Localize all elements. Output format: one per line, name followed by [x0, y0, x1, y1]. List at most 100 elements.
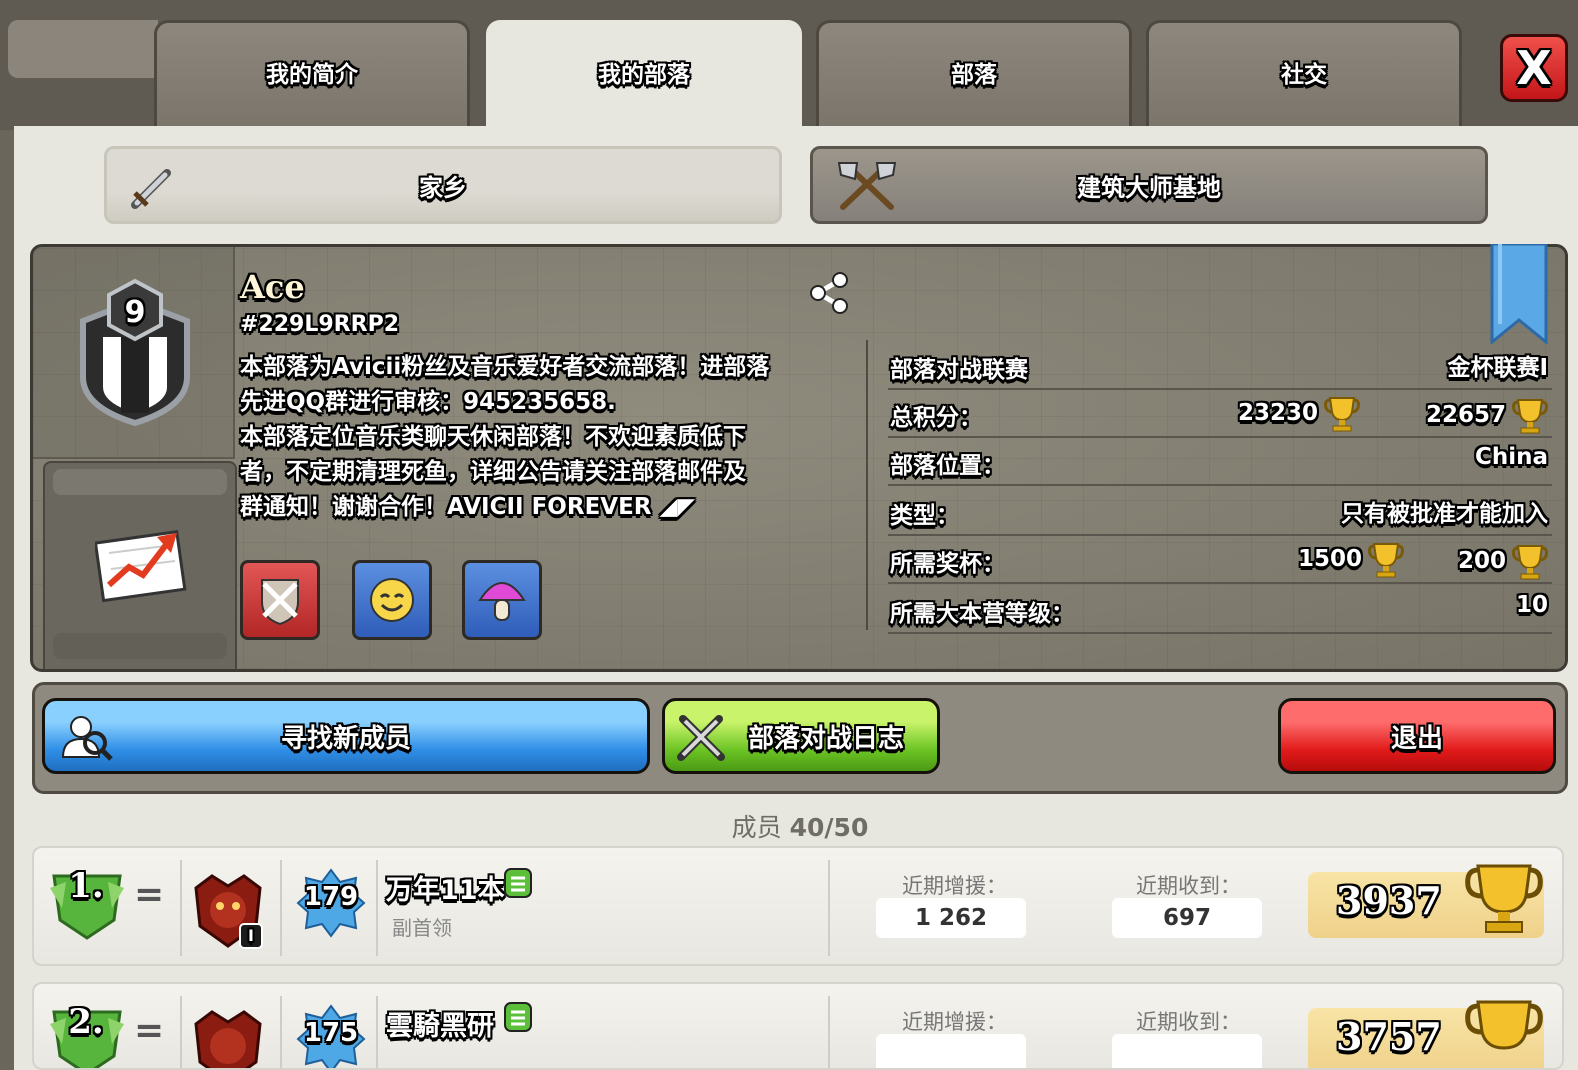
war-perk-icon[interactable]	[240, 560, 320, 640]
member-name: 雲騎黑研	[386, 1011, 494, 1042]
tab-label: 部落	[951, 61, 997, 88]
league-level: I	[248, 926, 254, 945]
builder-base-label: 建筑大师基地	[1077, 173, 1221, 202]
required-trophies-builder: 200	[1458, 542, 1548, 580]
tab-label: 我的部落	[598, 61, 690, 88]
row-divider	[280, 996, 282, 1068]
clan-type-label: 类型：	[890, 503, 959, 529]
find-new-members-label: 寻找新成员	[280, 723, 411, 754]
side-pill-top	[53, 469, 227, 495]
required-trophies-label: 所需奖杯：	[890, 551, 1005, 577]
required-townhall-label: 所需大本营等级：	[890, 601, 1074, 627]
member-name: 万年11本	[386, 875, 505, 906]
war-league-row: 部落对战联赛 金杯联赛I	[888, 342, 1552, 390]
trophy-icon	[1324, 397, 1361, 432]
clan-description-line: 者，不定期清理死鱼，详细公告请关注部落邮件及	[240, 459, 746, 485]
trophy-icon	[1465, 864, 1543, 933]
rank-unchanged-icon: =	[134, 1010, 165, 1051]
war-log-button[interactable]: 部落对战日志	[662, 698, 940, 774]
builder-base-button[interactable]: 建筑大师基地	[810, 146, 1488, 224]
clan-description-line: 先进QQ群进行审核：945235658.	[240, 389, 616, 415]
smile-icon	[370, 578, 414, 622]
members-count: 成员 40/50	[0, 808, 1578, 844]
required-townhall-row: 所需大本营等级： 10	[888, 586, 1552, 634]
mushroom-icon	[478, 582, 526, 621]
member-role: 副首领	[392, 916, 452, 940]
row-divider	[180, 860, 182, 956]
clan-description: 本部落为Avicii粉丝及音乐爱好者交流部落！进部落 先进QQ群进行审核：945…	[240, 350, 850, 525]
close-icon: X	[1516, 41, 1552, 95]
row-divider	[180, 996, 182, 1068]
location-row: 部落位置： China	[888, 438, 1552, 486]
donated-value	[876, 1034, 1026, 1068]
donated-label: 近期增援：	[902, 1010, 1007, 1034]
required-townhall-value: 10	[1515, 592, 1548, 618]
clan-description-line: 本部落为Avicii粉丝及音乐爱好者交流部落！进部落	[240, 354, 770, 380]
clan-name: Ace	[240, 268, 305, 306]
received-value	[1112, 1034, 1262, 1068]
row-divider	[280, 860, 282, 956]
clan-badge-box: 9	[33, 247, 235, 459]
leave-clan-button[interactable]: 退出	[1278, 698, 1556, 774]
leave-clan-label: 退出	[1390, 723, 1443, 754]
home-village-label: 家乡	[419, 173, 467, 202]
trophy-icon	[1512, 399, 1548, 434]
total-points-home-value: 23230	[1238, 400, 1319, 426]
received-label: 近期收到：	[1136, 874, 1241, 898]
trophy-icon	[1465, 1000, 1543, 1050]
members-label: 成员	[731, 813, 782, 842]
donated-label: 近期增援：	[902, 874, 1007, 898]
tab-clans[interactable]: 部落	[816, 20, 1132, 130]
tab-label: 社交	[1281, 61, 1327, 88]
received-value: 697	[1112, 898, 1262, 938]
members-count-value: 40/50	[789, 813, 869, 842]
crossed-swords-icon	[261, 579, 299, 626]
trophy-icon	[1512, 545, 1548, 580]
member-row[interactable]: 1. = I 179 万年11本 副首领 近期增援： 1 262 近期收到： 6…	[32, 846, 1564, 966]
location-value: China	[1474, 444, 1548, 470]
list-icon[interactable]	[504, 868, 532, 898]
row-divider	[376, 860, 378, 956]
close-button[interactable]: X	[1500, 34, 1568, 102]
search-user-icon	[61, 716, 113, 761]
card-divider	[866, 340, 868, 630]
smile-perk-icon[interactable]	[352, 560, 432, 640]
member-level: 175	[303, 1018, 359, 1048]
war-league-value: 金杯联赛I	[1447, 355, 1548, 381]
tab-my-profile[interactable]: 我的简介	[154, 20, 470, 130]
clan-tag: #229L9RRP2	[240, 312, 399, 337]
member-rank: 1.	[68, 866, 104, 906]
war-log-label: 部落对战日志	[747, 723, 904, 754]
mushroom-perk-icon[interactable]	[462, 560, 542, 640]
tab-my-clan[interactable]: 我的部落	[486, 20, 802, 130]
required-trophies-builder-value: 200	[1457, 548, 1506, 574]
row-divider	[828, 996, 830, 1068]
member-rank: 2.	[68, 1002, 104, 1042]
bookmark-ribbon-icon[interactable]	[1490, 244, 1548, 344]
clan-level: 9	[124, 295, 146, 330]
tab-social[interactable]: 社交	[1146, 20, 1462, 130]
sword-icon	[131, 169, 171, 209]
tab-label: 我的简介	[266, 61, 358, 88]
league-badge-icon	[194, 1010, 262, 1068]
clan-type-row: 类型： 只有被批准才能加入	[888, 488, 1552, 536]
member-trophies: 3937	[1336, 878, 1442, 923]
member-level: 179	[303, 882, 359, 912]
total-points-home: 23230	[1238, 394, 1361, 432]
received-label: 近期收到：	[1136, 1010, 1241, 1034]
list-icon[interactable]	[504, 1002, 532, 1032]
share-icon[interactable]	[806, 270, 852, 316]
total-points-label: 总积分：	[890, 405, 982, 431]
required-trophies-home: 1500	[1298, 540, 1405, 578]
member-row[interactable]: 2. = 175 雲騎黑研 近期增援： 近期收到： 3757	[32, 982, 1564, 1070]
trophy-icon	[1368, 543, 1405, 578]
war-league-label: 部落对战联赛	[890, 357, 1028, 383]
clan-description-line: 群通知！谢谢合作！AVICII FOREVER ◢◤	[240, 494, 695, 520]
tab-ledge	[8, 20, 158, 78]
required-trophies-home-value: 1500	[1298, 546, 1363, 572]
crossed-swords-icon	[677, 715, 725, 761]
home-village-button[interactable]: 家乡	[104, 146, 782, 224]
clan-stats-box[interactable]	[43, 461, 237, 669]
total-points-builder: 22657	[1426, 396, 1548, 434]
find-new-members-button[interactable]: 寻找新成员	[42, 698, 650, 774]
